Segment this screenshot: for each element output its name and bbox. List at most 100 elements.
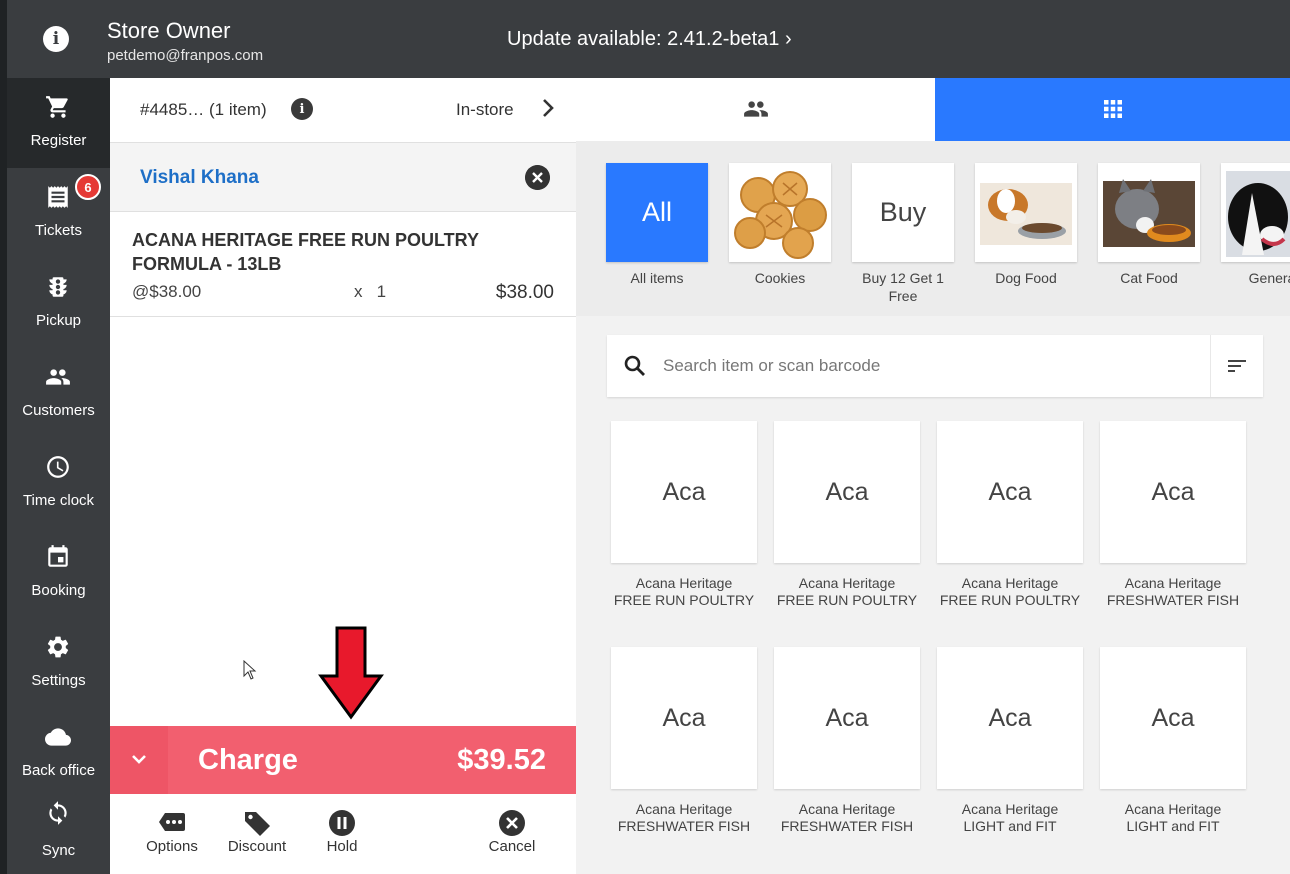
hold-label: Hold — [326, 838, 358, 855]
product-thumb: Aca — [611, 421, 757, 563]
category-label: Cookies — [754, 270, 806, 286]
category-buy-12-get-1[interactable]: Buy Buy 12 Get 1 Free — [852, 163, 954, 305]
tab-customers[interactable] — [576, 78, 935, 141]
category-tile — [1221, 163, 1290, 262]
options-label: Options — [146, 838, 198, 855]
category-cat-food[interactable]: Cat Food — [1098, 163, 1200, 287]
category-tile: Buy — [852, 163, 954, 262]
line-item-total: $38.00 — [495, 282, 554, 303]
product-name-line1: Acana Heritage — [961, 801, 1059, 817]
sidebar-item-label: Pickup — [35, 312, 82, 329]
product-name-line1: Acana Heritage — [635, 801, 733, 817]
product-area: Aca Acana Heritage FREE RUN POULTRY Aca … — [576, 316, 1290, 874]
category-general[interactable]: Genera — [1221, 163, 1290, 287]
sidebar-item-label: Tickets — [35, 222, 82, 239]
product-tile[interactable]: Aca Acana Heritage FREE RUN POULTRY — [611, 421, 757, 609]
selected-customer[interactable]: Vishal Khana — [110, 143, 576, 212]
product-name-line1: Acana Heritage — [635, 575, 733, 591]
category-tile: All — [606, 163, 708, 262]
product-name-line2: LIGHT and FIT — [1126, 818, 1220, 834]
sidebar-item-booking[interactable]: Booking — [7, 528, 110, 618]
calendar-icon — [48, 545, 68, 567]
sidebar-item-label: Sync — [41, 842, 76, 859]
update-link[interactable]: Update available: 2.41.2-beta1 › — [507, 28, 792, 51]
sidebar-item-label: Booking — [31, 582, 86, 599]
product-tile[interactable]: Aca Acana Heritage FRESHWATER FISH — [774, 647, 920, 835]
product-tile[interactable]: Aca Acana Heritage FREE RUN POULTRY — [937, 421, 1083, 609]
sort-button[interactable] — [1210, 335, 1263, 397]
hold-button[interactable]: Hold — [297, 808, 387, 868]
sidebar-item-customers[interactable]: Customers — [7, 348, 110, 438]
product-name-line2: FREE RUN POULTRY — [613, 592, 755, 608]
pause-icon — [329, 810, 355, 836]
search-input[interactable] — [661, 350, 1205, 382]
info-icon[interactable]: i — [43, 26, 69, 52]
cart-icon — [46, 96, 68, 118]
grid-icon — [1104, 100, 1122, 118]
charge-expand-toggle[interactable] — [110, 726, 168, 794]
product-name-line2: FRESHWATER FISH — [1106, 592, 1240, 608]
order-mode: In-store — [456, 100, 514, 119]
line-item-quantity: x 1 — [354, 282, 387, 301]
top-bar: i Store Owner petdemo@franpos.com Update… — [7, 0, 1290, 78]
order-header[interactable]: #4485… (1 item) i In-store — [110, 78, 576, 143]
category-tile — [975, 163, 1077, 262]
sidebar-item-time-clock[interactable]: Time clock — [7, 438, 110, 528]
product-tile[interactable]: Aca Acana Heritage LIGHT and FIT — [937, 647, 1083, 835]
product-thumb: Aca — [937, 647, 1083, 789]
sidebar-item-sync[interactable]: Sync — [7, 790, 110, 874]
product-thumb: Aca — [1100, 421, 1246, 563]
product-tile[interactable]: Aca Acana Heritage FREE RUN POULTRY — [774, 421, 920, 609]
sidebar-item-settings[interactable]: Settings — [7, 618, 110, 708]
product-name-line2: FRESHWATER FISH — [780, 818, 914, 834]
gear-icon — [47, 636, 69, 658]
remove-customer-icon[interactable] — [525, 165, 550, 190]
customer-name: Vishal Khana — [140, 167, 259, 188]
category-strip: All All items Cookies Buy Buy 12 Get 1 F… — [576, 141, 1290, 316]
line-item-unit-price: @$38.00 — [132, 282, 202, 301]
tickets-count-badge: 6 — [75, 174, 101, 200]
order-info-icon[interactable]: i — [291, 98, 313, 120]
discount-button[interactable]: Discount — [212, 808, 302, 868]
sidebar-item-label: Register — [30, 132, 87, 149]
cart-panel: #4485… (1 item) i In-store Vishal Khana … — [110, 78, 577, 874]
chevron-down-icon — [132, 755, 146, 764]
cloud-icon — [45, 728, 71, 746]
catalog-panel: All All items Cookies Buy Buy 12 Get 1 F… — [576, 78, 1290, 874]
product-tile[interactable]: Aca Acana Heritage FRESHWATER FISH — [1100, 421, 1246, 609]
category-label: Genera — [1248, 270, 1290, 286]
product-thumb: Aca — [1100, 647, 1246, 789]
product-name-line2: FREE RUN POULTRY — [939, 592, 1081, 608]
sidebar: Register Tickets Pickup Customers Time c… — [7, 78, 110, 874]
chevron-right-icon[interactable] — [538, 96, 558, 120]
annotation-arrow-down-icon — [318, 626, 384, 720]
cancel-button[interactable]: Cancel — [467, 808, 557, 868]
receipt-icon — [48, 186, 68, 208]
charge-button[interactable]: Charge $39.52 — [110, 726, 576, 794]
sidebar-item-label: Settings — [31, 672, 86, 689]
mouse-cursor-icon — [243, 660, 257, 680]
cat-food-image-icon — [1099, 164, 1199, 261]
people-icon — [744, 101, 768, 117]
sidebar-item-back-office[interactable]: Back office — [7, 708, 110, 788]
sidebar-item-register[interactable]: Register — [7, 78, 110, 168]
category-dog-food[interactable]: Dog Food — [975, 163, 1077, 287]
user-email: petdemo@franpos.com — [107, 47, 264, 64]
category-label: All items — [630, 270, 684, 286]
product-tile[interactable]: Aca Acana Heritage FRESHWATER FISH — [611, 647, 757, 835]
product-name-line1: Acana Heritage — [798, 801, 896, 817]
category-cookies[interactable]: Cookies — [729, 163, 831, 287]
discount-label: Discount — [227, 838, 287, 855]
product-thumb: Aca — [937, 421, 1083, 563]
product-tile[interactable]: Aca Acana Heritage LIGHT and FIT — [1100, 647, 1246, 835]
sidebar-item-pickup[interactable]: Pickup — [7, 258, 110, 348]
cart-line-item[interactable]: ACANA HERITAGE FREE RUN POULTRY FORMULA … — [110, 212, 576, 317]
tab-item-grid[interactable] — [935, 78, 1290, 141]
category-all-items[interactable]: All All items — [606, 163, 708, 287]
product-name-line1: Acana Heritage — [798, 575, 896, 591]
tag-icon — [245, 812, 270, 836]
charge-amount: $39.52 — [457, 744, 546, 776]
category-tile — [729, 163, 831, 262]
options-button[interactable]: Options — [127, 808, 217, 868]
product-name-line1: Acana Heritage — [1124, 801, 1222, 817]
